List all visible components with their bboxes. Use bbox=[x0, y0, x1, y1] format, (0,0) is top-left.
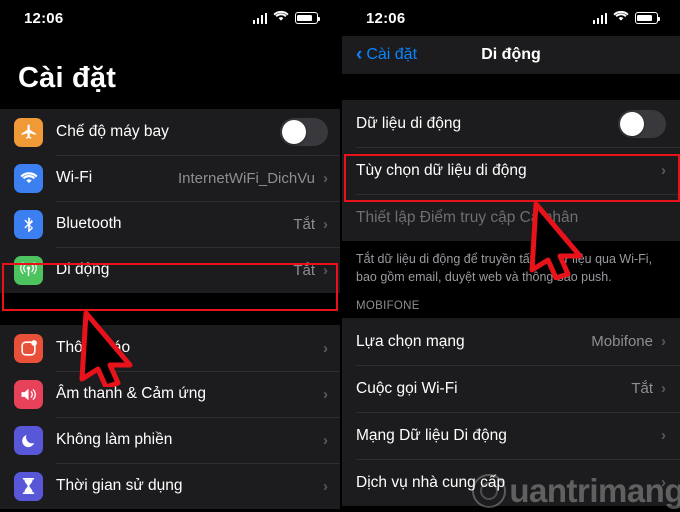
row-label: Thiết lập Điểm truy cập Cá nhân bbox=[356, 208, 579, 226]
chevron-right-icon: › bbox=[661, 380, 666, 398]
settings-row-cellular[interactable]: Di động Tắt › bbox=[0, 247, 340, 293]
row-value: Mobifone bbox=[591, 333, 653, 351]
settings-row-label: Chế độ máy bay bbox=[56, 123, 169, 140]
wifi-icon bbox=[14, 163, 43, 193]
chevron-right-icon: › bbox=[323, 431, 328, 449]
settings-row-label: Bluetooth bbox=[56, 215, 122, 232]
group-separator bbox=[0, 293, 340, 325]
settings-screen: 12:06 Cài đặt Chế độ máy bay Wi-Fi Inter… bbox=[0, 0, 340, 512]
row-personal-hotspot-setup[interactable]: Thiết lập Điểm truy cập Cá nhân bbox=[342, 194, 680, 241]
dual-screenshot: 12:06 Cài đặt Chế độ máy bay Wi-Fi Inter… bbox=[0, 0, 680, 512]
settings-row-wifi[interactable]: Wi-Fi InternetWiFi_DichVu › bbox=[0, 155, 340, 201]
settings-row-label: Di động bbox=[56, 261, 110, 278]
settings-row-bluetooth[interactable]: Bluetooth Tắt › bbox=[0, 201, 340, 247]
settings-row-do-not-disturb[interactable]: Không làm phiền › bbox=[0, 417, 340, 463]
cellular-signal-icon bbox=[252, 12, 267, 24]
status-bar-icons bbox=[592, 9, 661, 27]
chevron-left-icon: ‹ bbox=[356, 43, 363, 65]
settings-row-value: Tắt bbox=[293, 215, 315, 233]
toggle-knob bbox=[282, 120, 306, 144]
wifi-status-icon bbox=[273, 9, 289, 27]
navigation-bar: ‹ Cài đặt Di động bbox=[342, 36, 680, 74]
battery-icon bbox=[295, 12, 321, 24]
chevron-right-icon: › bbox=[323, 477, 328, 495]
settings-row-airplane-mode[interactable]: Chế độ máy bay bbox=[0, 109, 340, 155]
row-label: Mạng Dữ liệu Di động bbox=[356, 426, 507, 444]
sound-icon bbox=[14, 379, 43, 409]
airplane-mode-toggle[interactable] bbox=[280, 118, 328, 146]
toggle-knob bbox=[620, 111, 644, 136]
row-value: Tắt bbox=[631, 380, 653, 398]
settings-row-sounds[interactable]: Âm thanh & Cảm ứng › bbox=[0, 371, 340, 417]
row-label: Lựa chọn mạng bbox=[356, 332, 465, 350]
settings-row-screen-time[interactable]: Thời gian sử dụng › bbox=[0, 463, 340, 509]
back-button[interactable]: ‹ Cài đặt bbox=[356, 43, 418, 65]
settings-row-value: Tắt bbox=[293, 261, 315, 279]
nav-spacer bbox=[342, 74, 680, 100]
row-label: Dữ liệu di động bbox=[356, 114, 462, 132]
chevron-right-icon: › bbox=[661, 427, 666, 445]
settings-row-label: Wi-Fi bbox=[56, 169, 93, 186]
cellular-signal-icon bbox=[592, 12, 607, 24]
notifications-icon bbox=[14, 333, 43, 363]
chevron-right-icon: › bbox=[661, 474, 666, 492]
cellular-data-footnote: Tắt dữ liệu di động để truyền tất cả dữ … bbox=[342, 241, 680, 297]
chevron-right-icon: › bbox=[323, 385, 328, 403]
row-wifi-calling[interactable]: Cuộc gọi Wi-Fi Tắt › bbox=[342, 365, 680, 413]
chevron-right-icon: › bbox=[323, 339, 328, 357]
status-bar-clock: 12:06 bbox=[24, 9, 64, 27]
moon-icon bbox=[14, 425, 43, 455]
chevron-right-icon: › bbox=[323, 261, 328, 279]
page-title: Cài đặt bbox=[0, 36, 340, 109]
hourglass-icon bbox=[14, 471, 43, 501]
settings-row-label: Âm thanh & Cảm ứng bbox=[56, 385, 206, 402]
bluetooth-icon bbox=[14, 209, 43, 239]
airplane-icon bbox=[14, 117, 43, 147]
settings-group-system: Thông báo › Âm thanh & Cảm ứng › Không l… bbox=[0, 325, 340, 509]
row-label: Cuộc gọi Wi-Fi bbox=[356, 379, 458, 397]
chevron-right-icon: › bbox=[661, 162, 666, 179]
row-cellular-data-options[interactable]: Tùy chọn dữ liệu di động › bbox=[342, 147, 680, 194]
row-label: Tùy chọn dữ liệu di động bbox=[356, 161, 527, 179]
settings-group-connectivity: Chế độ máy bay Wi-Fi InternetWiFi_DichVu… bbox=[0, 109, 340, 293]
row-cellular-data-network[interactable]: Mạng Dữ liệu Di động › bbox=[342, 412, 680, 460]
carrier-section-header: MOBIFONE bbox=[342, 296, 680, 319]
chevron-right-icon: › bbox=[323, 169, 328, 187]
status-bar-icons bbox=[252, 9, 321, 27]
settings-row-notifications[interactable]: Thông báo › bbox=[0, 325, 340, 371]
carrier-group: Lựa chọn mạng Mobifone › Cuộc gọi Wi-Fi … bbox=[342, 318, 680, 507]
cellular-data-toggle[interactable] bbox=[618, 109, 666, 138]
cellular-settings-screen: 12:06 ‹ Cài đặt Di động Dữ liệu di động bbox=[340, 0, 680, 512]
settings-row-label: Thông báo bbox=[56, 339, 131, 356]
settings-row-label: Không làm phiền bbox=[56, 431, 173, 448]
battery-icon bbox=[635, 12, 661, 24]
chevron-right-icon: › bbox=[323, 215, 328, 233]
status-bar: 12:06 bbox=[342, 0, 680, 36]
row-label: Dịch vụ nhà cung cấp bbox=[356, 473, 506, 491]
chevron-right-icon: › bbox=[661, 333, 666, 351]
settings-row-label: Thời gian sử dụng bbox=[56, 477, 183, 494]
row-carrier-services[interactable]: Dịch vụ nhà cung cấp › bbox=[342, 459, 680, 507]
settings-row-value: InternetWiFi_DichVu bbox=[178, 169, 315, 187]
back-button-label: Cài đặt bbox=[366, 46, 418, 63]
row-cellular-data[interactable]: Dữ liệu di động bbox=[342, 100, 680, 147]
status-bar-clock: 12:06 bbox=[366, 9, 406, 27]
cellular-icon bbox=[14, 255, 43, 285]
cellular-data-group: Dữ liệu di động Tùy chọn dữ liệu di động… bbox=[342, 100, 680, 241]
row-network-selection[interactable]: Lựa chọn mạng Mobifone › bbox=[342, 318, 680, 366]
wifi-status-icon bbox=[613, 9, 629, 27]
status-bar: 12:06 bbox=[0, 0, 340, 36]
